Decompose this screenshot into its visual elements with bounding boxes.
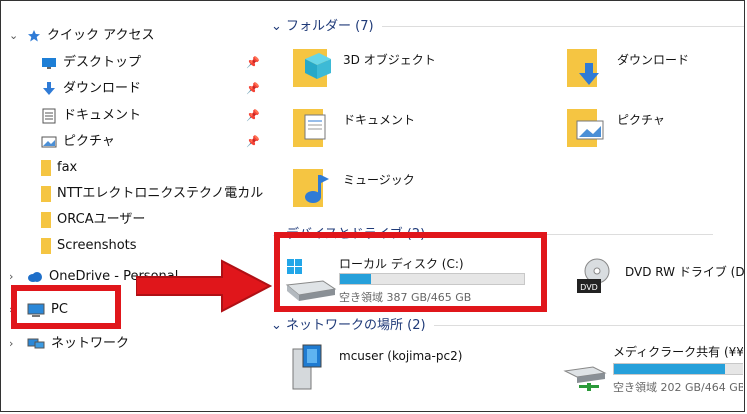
folder-label: ミュージック <box>343 173 415 187</box>
document-icon <box>42 108 56 123</box>
folder-label: ダウンロード <box>617 53 690 67</box>
chevron-down-icon: ⌄ <box>271 19 282 34</box>
folder-label: ピクチャ <box>617 113 665 127</box>
network-usage-bar <box>613 363 743 375</box>
pin-icon: 📌 <box>246 56 260 69</box>
folder-icon <box>41 159 51 176</box>
section-title: フォルダー (7) <box>286 19 374 34</box>
picture-icon <box>41 136 57 147</box>
nav-item-label: ドキュメント <box>63 108 142 123</box>
network-usage-fill <box>614 364 725 374</box>
nav-item-label: fax <box>57 160 78 175</box>
folder-label: 3D オブジェクト <box>343 53 436 67</box>
star-icon <box>28 29 40 41</box>
folder-label: ドキュメント <box>343 113 416 127</box>
network-icon <box>27 338 45 348</box>
nav-item-label: ダウンロード <box>63 81 142 96</box>
nav-item-screenshots[interactable]: Screenshots <box>41 234 137 258</box>
chevron-down-icon[interactable]: ⌄ <box>9 24 18 48</box>
nav-item-pictures[interactable]: ピクチャ 📌 <box>41 130 263 154</box>
pictures-folder-icon <box>567 109 604 147</box>
3d-objects-icon <box>293 49 331 87</box>
downloads-folder-icon <box>567 49 599 87</box>
section-divider <box>433 325 744 326</box>
pin-icon: 📌 <box>246 109 260 122</box>
nav-item-label: ネットワーク <box>51 336 130 351</box>
nav-item-fax[interactable]: fax <box>41 156 77 180</box>
folder-icon <box>41 237 51 254</box>
pin-icon: 📌 <box>246 82 260 95</box>
nav-item-label: デスクトップ <box>63 55 142 70</box>
network-space-text: 空き領域 202 GB/464 GB <box>613 381 743 394</box>
download-icon <box>43 81 55 95</box>
documents-folder-icon <box>293 109 326 147</box>
nav-quick-access-label: クイック アクセス <box>47 28 155 43</box>
content-pane: ⌄ フォルダー (7) 3D オブジェクト ダウンロード ドキュメント ピクチャ… <box>263 1 744 411</box>
cloud-icon <box>28 271 42 282</box>
network-location-shared[interactable]: メディクラーク共有 (¥¥Mcs 空き領域 202 GB/464 GB <box>563 341 743 397</box>
section-title: ネットワークの場所 (2) <box>286 318 426 333</box>
music-folder-icon <box>293 169 329 207</box>
arrow-right-icon <box>136 259 273 313</box>
network-location-label: mcuser (kojima-pc2) <box>339 349 463 363</box>
explorer-window: ⌄ クイック アクセス デスクトップ 📌 ダウンロード 📌 ドキュメント 📌 ピ… <box>0 0 745 412</box>
drive-label: DVD RW ドライブ (D:) <box>625 265 745 279</box>
section-folders-header[interactable]: ⌄ フォルダー (7) <box>271 17 744 37</box>
nav-item-downloads[interactable]: ダウンロード 📌 <box>41 77 263 101</box>
section-network-header[interactable]: ⌄ ネットワークの場所 (2) <box>271 316 744 336</box>
nav-item-label: NTTエレクトロニクステクノ電カルユーザー <box>57 186 263 201</box>
pin-icon: 📌 <box>246 135 260 148</box>
nav-item-desktop[interactable]: デスクトップ 📌 <box>41 51 263 75</box>
network-drive-icon <box>563 366 607 391</box>
svg-text:DVD: DVD <box>580 283 598 292</box>
drive-highlight-box <box>274 232 547 312</box>
pc-highlight-box <box>11 285 121 329</box>
nav-item-ntt-folder[interactable]: NTTエレクトロニクステクノ電カルユーザー <box>41 182 263 206</box>
nav-item-documents[interactable]: ドキュメント 📌 <box>41 104 263 128</box>
dvd-drive-icon: DVD <box>577 258 610 293</box>
network-computer-icon <box>292 344 322 390</box>
section-divider <box>381 26 744 27</box>
folder-icon <box>41 185 51 202</box>
chevron-right-icon[interactable]: › <box>9 332 13 356</box>
chevron-down-icon: ⌄ <box>271 318 282 333</box>
nav-item-label: ORCAユーザー <box>57 212 146 227</box>
nav-item-label: ピクチャ <box>63 134 115 149</box>
navigation-pane: ⌄ クイック アクセス デスクトップ 📌 ダウンロード 📌 ドキュメント 📌 ピ… <box>1 1 263 411</box>
folder-icon <box>41 211 51 228</box>
desktop-icon <box>42 57 56 69</box>
nav-item-orca-folder[interactable]: ORCAユーザー <box>41 208 145 232</box>
network-location-label: メディクラーク共有 (¥¥Mcs <box>613 345 743 359</box>
nav-item-label: Screenshots <box>57 238 137 253</box>
